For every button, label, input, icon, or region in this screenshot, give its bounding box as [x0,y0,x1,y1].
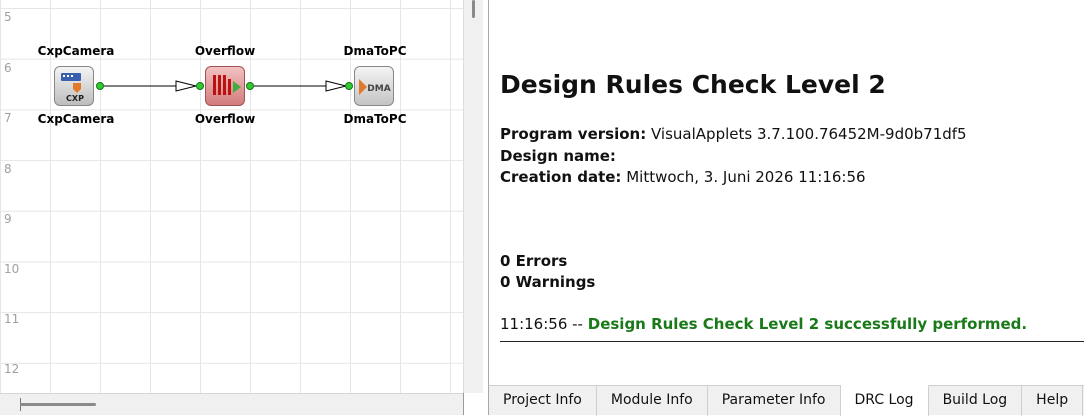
warnings-count: 0 Warnings [500,273,596,291]
connection-arrow [175,80,197,92]
program-version-line: Program version: VisualApplets 3.7.100.7… [500,125,967,143]
creation-date-line: Creation date: Mittwoch, 3. Juni 2026 11… [500,168,866,186]
status-line: 11:16:56 -- Design Rules Check Level 2 s… [500,315,1027,333]
module-icon-text: DMA [367,84,390,94]
canvas-horizontal-scrollbar[interactable] [0,393,463,415]
tab-drc-log[interactable]: DRC Log [840,385,929,416]
tab-build-log[interactable]: Build Log [929,386,1023,416]
drc-log-panel: Design Rules Check Level 2 Program versi… [488,0,1084,385]
bottom-tab-bar: Project Info Module Info Parameter Info … [488,385,1084,416]
camera-icon: CXP [61,73,84,103]
cxp-camera-module[interactable]: CXP [54,66,94,106]
status-time: 11:16:56 [500,315,568,333]
log-title: Design Rules Check Level 2 [500,70,886,99]
design-name-label: Design name: [500,147,616,165]
module-icon-text: CXP [66,94,84,103]
connection-arrow [325,80,347,92]
module-label-bottom: Overflow [194,112,256,126]
design-canvas[interactable]: 5 6 7 8 9 10 11 12 CxpCamera CXP CxpCame… [0,0,463,393]
output-port[interactable] [246,82,254,90]
scroll-thumb[interactable] [20,403,96,406]
scrollbar-corner [463,393,484,415]
module-label-bottom: DmaToPC [343,112,407,126]
dma-to-pc-module[interactable]: DMA [354,66,394,106]
input-port[interactable] [345,82,353,90]
tab-module-info[interactable]: Module Info [597,386,708,416]
input-port[interactable] [196,82,204,90]
tab-parameter-info[interactable]: Parameter Info [708,386,841,416]
design-name-line: Design name: [500,147,616,165]
output-port[interactable] [96,82,104,90]
log-divider [500,341,1084,342]
module-label-bottom: CxpCamera [37,112,115,126]
module-label-top: CxpCamera [37,44,115,58]
connection-wires [104,80,347,92]
program-version-label: Program version: [500,125,647,143]
status-separator: -- [567,315,588,333]
program-version-value: VisualApplets 3.7.100.76452M-9d0b71df5 [651,125,967,143]
module-label-top: DmaToPC [343,44,407,58]
errors-count: 0 Errors [500,252,568,270]
tab-project-info[interactable]: Project Info [489,386,597,416]
tab-help[interactable]: Help [1022,386,1084,416]
creation-date-label: Creation date: [500,168,622,186]
overflow-module[interactable] [205,66,245,106]
canvas-vertical-scrollbar[interactable] [463,0,484,415]
dma-icon: DMA [359,79,391,95]
module-label-top: Overflow [194,44,256,58]
creation-date-value: Mittwoch, 3. Juni 2026 11:16:56 [626,168,866,186]
status-message: Design Rules Check Level 2 successfully … [587,315,1028,333]
scroll-thumb[interactable] [472,0,475,18]
overflow-icon [213,75,241,95]
